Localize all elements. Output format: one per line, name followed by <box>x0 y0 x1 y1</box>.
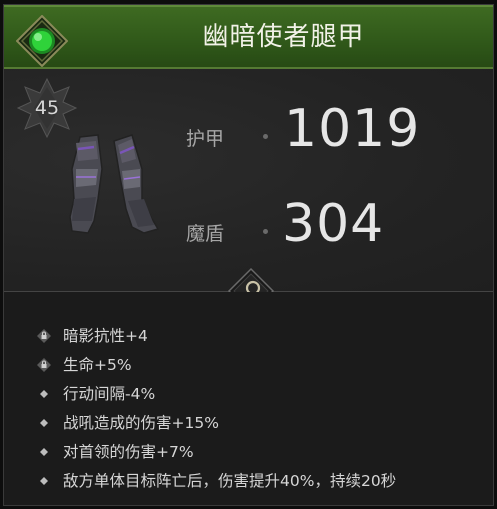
mana-shield-separator <box>263 229 268 234</box>
affix-item: 战吼造成的伤害+15% <box>4 409 493 438</box>
mana-shield-label: 魔盾 <box>185 223 224 245</box>
armor-separator <box>263 134 268 139</box>
armored-legs-icon <box>69 134 160 234</box>
item-summary: 45 护甲 1019 魔盾 304 <box>4 69 493 291</box>
affix-list: 暗影抗性+4 生命+5% 行动间隔-4% 战吼造成的伤害+15% 对首领的伤害+… <box>4 322 493 496</box>
affix-item: 行动间隔-4% <box>4 380 493 409</box>
diamond-icon <box>40 477 48 485</box>
affix-item: 对首领的伤害+7% <box>4 438 493 467</box>
affix-item: 敌方单体目标阵亡后，伤害提升40%，持续20秒 <box>4 467 493 496</box>
affix-item: 暗影抗性+4 <box>4 322 493 351</box>
diamond-icon <box>40 419 48 427</box>
armor-label: 护甲 <box>185 128 224 150</box>
item-tooltip: 幽暗使者腿甲 45 护甲 1019 魔盾 304 暗影抗性+4 生命+5% 行动… <box>3 4 494 506</box>
affix-text: 敌方单体目标阵亡后，伤害提升40%，持续20秒 <box>63 472 397 490</box>
mana-shield-value: 304 <box>282 194 385 254</box>
tooltip-header: 幽暗使者腿甲 <box>4 5 493 69</box>
affix-text: 行动间隔-4% <box>63 385 156 403</box>
armor-value: 1019 <box>284 99 421 159</box>
affix-text: 暗影抗性+4 <box>63 327 148 345</box>
green-gem-icon <box>16 15 68 67</box>
affix-text: 战吼造成的伤害+15% <box>63 414 219 432</box>
affix-text: 对首领的伤害+7% <box>63 443 194 461</box>
affix-item: 生命+5% <box>4 351 493 380</box>
lock-icon <box>37 329 51 343</box>
diamond-icon <box>40 448 48 456</box>
lock-icon <box>37 358 51 372</box>
tooltip-bottom-edge <box>4 505 493 506</box>
diamond-icon <box>40 390 48 398</box>
affix-section: 暗影抗性+4 生命+5% 行动间隔-4% 战吼造成的伤害+15% 对首领的伤害+… <box>4 292 493 506</box>
affix-text: 生命+5% <box>63 356 132 374</box>
item-name: 幽暗使者腿甲 <box>202 22 365 52</box>
